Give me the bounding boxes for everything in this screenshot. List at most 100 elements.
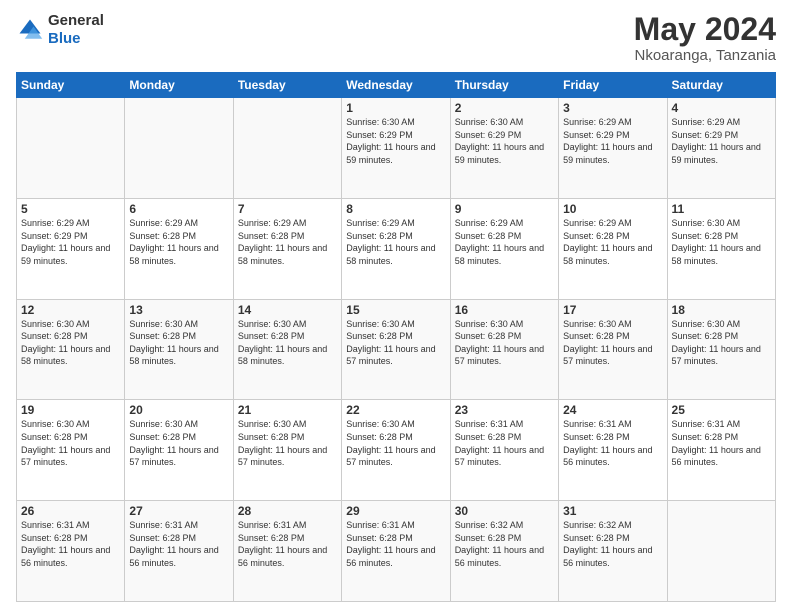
day-info: Sunrise: 6:30 AM Sunset: 6:28 PM Dayligh… (672, 318, 771, 368)
day-info: Sunrise: 6:29 AM Sunset: 6:28 PM Dayligh… (455, 217, 554, 267)
calendar-cell: 26Sunrise: 6:31 AM Sunset: 6:28 PM Dayli… (17, 501, 125, 602)
day-info: Sunrise: 6:31 AM Sunset: 6:28 PM Dayligh… (563, 418, 662, 468)
location: Nkoaranga, Tanzania (634, 47, 776, 64)
calendar-cell: 9Sunrise: 6:29 AM Sunset: 6:28 PM Daylig… (450, 198, 558, 299)
day-header: Monday (125, 73, 233, 98)
day-number: 4 (672, 101, 771, 115)
day-number: 26 (21, 504, 120, 518)
day-number: 10 (563, 202, 662, 216)
calendar-header: SundayMondayTuesdayWednesdayThursdayFrid… (17, 73, 776, 98)
day-info: Sunrise: 6:30 AM Sunset: 6:28 PM Dayligh… (21, 418, 120, 468)
calendar-cell: 28Sunrise: 6:31 AM Sunset: 6:28 PM Dayli… (233, 501, 341, 602)
day-number: 27 (129, 504, 228, 518)
day-number: 18 (672, 303, 771, 317)
calendar-cell: 7Sunrise: 6:29 AM Sunset: 6:28 PM Daylig… (233, 198, 341, 299)
calendar-cell: 13Sunrise: 6:30 AM Sunset: 6:28 PM Dayli… (125, 299, 233, 400)
calendar-cell: 1Sunrise: 6:30 AM Sunset: 6:29 PM Daylig… (342, 98, 450, 199)
day-number: 2 (455, 101, 554, 115)
header-row: SundayMondayTuesdayWednesdayThursdayFrid… (17, 73, 776, 98)
day-header: Thursday (450, 73, 558, 98)
day-info: Sunrise: 6:30 AM Sunset: 6:28 PM Dayligh… (238, 418, 337, 468)
month-title: May 2024 (634, 12, 776, 47)
calendar-cell: 25Sunrise: 6:31 AM Sunset: 6:28 PM Dayli… (667, 400, 775, 501)
calendar-cell: 15Sunrise: 6:30 AM Sunset: 6:28 PM Dayli… (342, 299, 450, 400)
day-info: Sunrise: 6:31 AM Sunset: 6:28 PM Dayligh… (129, 519, 228, 569)
day-info: Sunrise: 6:32 AM Sunset: 6:28 PM Dayligh… (455, 519, 554, 569)
calendar-cell: 17Sunrise: 6:30 AM Sunset: 6:28 PM Dayli… (559, 299, 667, 400)
day-info: Sunrise: 6:29 AM Sunset: 6:29 PM Dayligh… (21, 217, 120, 267)
day-number: 21 (238, 403, 337, 417)
day-info: Sunrise: 6:29 AM Sunset: 6:28 PM Dayligh… (346, 217, 445, 267)
calendar-cell: 29Sunrise: 6:31 AM Sunset: 6:28 PM Dayli… (342, 501, 450, 602)
day-info: Sunrise: 6:29 AM Sunset: 6:28 PM Dayligh… (238, 217, 337, 267)
calendar-week: 12Sunrise: 6:30 AM Sunset: 6:28 PM Dayli… (17, 299, 776, 400)
title-area: May 2024 Nkoaranga, Tanzania (634, 12, 776, 64)
day-info: Sunrise: 6:30 AM Sunset: 6:29 PM Dayligh… (455, 116, 554, 166)
calendar-cell: 4Sunrise: 6:29 AM Sunset: 6:29 PM Daylig… (667, 98, 775, 199)
calendar-body: 1Sunrise: 6:30 AM Sunset: 6:29 PM Daylig… (17, 98, 776, 602)
calendar-cell (667, 501, 775, 602)
day-number: 8 (346, 202, 445, 216)
logo-blue: Blue (48, 30, 81, 47)
day-number: 15 (346, 303, 445, 317)
day-info: Sunrise: 6:31 AM Sunset: 6:28 PM Dayligh… (346, 519, 445, 569)
day-number: 16 (455, 303, 554, 317)
calendar-cell: 3Sunrise: 6:29 AM Sunset: 6:29 PM Daylig… (559, 98, 667, 199)
day-number: 17 (563, 303, 662, 317)
day-info: Sunrise: 6:30 AM Sunset: 6:28 PM Dayligh… (346, 418, 445, 468)
calendar-cell: 30Sunrise: 6:32 AM Sunset: 6:28 PM Dayli… (450, 501, 558, 602)
day-info: Sunrise: 6:32 AM Sunset: 6:28 PM Dayligh… (563, 519, 662, 569)
day-info: Sunrise: 6:31 AM Sunset: 6:28 PM Dayligh… (455, 418, 554, 468)
day-info: Sunrise: 6:29 AM Sunset: 6:28 PM Dayligh… (129, 217, 228, 267)
page: General Blue May 2024 Nkoaranga, Tanzani… (0, 0, 792, 612)
calendar-cell: 24Sunrise: 6:31 AM Sunset: 6:28 PM Dayli… (559, 400, 667, 501)
day-info: Sunrise: 6:31 AM Sunset: 6:28 PM Dayligh… (21, 519, 120, 569)
day-header: Saturday (667, 73, 775, 98)
day-header: Tuesday (233, 73, 341, 98)
day-number: 23 (455, 403, 554, 417)
day-number: 13 (129, 303, 228, 317)
day-info: Sunrise: 6:30 AM Sunset: 6:29 PM Dayligh… (346, 116, 445, 166)
calendar-cell: 21Sunrise: 6:30 AM Sunset: 6:28 PM Dayli… (233, 400, 341, 501)
day-number: 29 (346, 504, 445, 518)
day-number: 5 (21, 202, 120, 216)
calendar-cell: 18Sunrise: 6:30 AM Sunset: 6:28 PM Dayli… (667, 299, 775, 400)
day-info: Sunrise: 6:30 AM Sunset: 6:28 PM Dayligh… (563, 318, 662, 368)
calendar-cell: 22Sunrise: 6:30 AM Sunset: 6:28 PM Dayli… (342, 400, 450, 501)
calendar-cell: 31Sunrise: 6:32 AM Sunset: 6:28 PM Dayli… (559, 501, 667, 602)
day-number: 31 (563, 504, 662, 518)
logo: General Blue (16, 12, 104, 48)
day-number: 14 (238, 303, 337, 317)
calendar-week: 5Sunrise: 6:29 AM Sunset: 6:29 PM Daylig… (17, 198, 776, 299)
day-header: Sunday (17, 73, 125, 98)
calendar-cell: 2Sunrise: 6:30 AM Sunset: 6:29 PM Daylig… (450, 98, 558, 199)
logo-text: General Blue (48, 12, 104, 48)
calendar-cell: 12Sunrise: 6:30 AM Sunset: 6:28 PM Dayli… (17, 299, 125, 400)
calendar-cell: 23Sunrise: 6:31 AM Sunset: 6:28 PM Dayli… (450, 400, 558, 501)
day-info: Sunrise: 6:31 AM Sunset: 6:28 PM Dayligh… (238, 519, 337, 569)
header: General Blue May 2024 Nkoaranga, Tanzani… (16, 12, 776, 64)
calendar-cell: 19Sunrise: 6:30 AM Sunset: 6:28 PM Dayli… (17, 400, 125, 501)
calendar-week: 26Sunrise: 6:31 AM Sunset: 6:28 PM Dayli… (17, 501, 776, 602)
calendar-cell: 14Sunrise: 6:30 AM Sunset: 6:28 PM Dayli… (233, 299, 341, 400)
day-header: Wednesday (342, 73, 450, 98)
day-number: 12 (21, 303, 120, 317)
day-number: 7 (238, 202, 337, 216)
day-number: 19 (21, 403, 120, 417)
day-number: 11 (672, 202, 771, 216)
day-info: Sunrise: 6:29 AM Sunset: 6:29 PM Dayligh… (672, 116, 771, 166)
day-number: 22 (346, 403, 445, 417)
calendar-cell (17, 98, 125, 199)
day-info: Sunrise: 6:30 AM Sunset: 6:28 PM Dayligh… (21, 318, 120, 368)
day-info: Sunrise: 6:30 AM Sunset: 6:28 PM Dayligh… (455, 318, 554, 368)
calendar-cell: 10Sunrise: 6:29 AM Sunset: 6:28 PM Dayli… (559, 198, 667, 299)
day-info: Sunrise: 6:31 AM Sunset: 6:28 PM Dayligh… (672, 418, 771, 468)
day-number: 28 (238, 504, 337, 518)
day-info: Sunrise: 6:29 AM Sunset: 6:28 PM Dayligh… (563, 217, 662, 267)
day-number: 6 (129, 202, 228, 216)
day-number: 9 (455, 202, 554, 216)
day-number: 20 (129, 403, 228, 417)
logo-icon (16, 16, 44, 44)
calendar-week: 19Sunrise: 6:30 AM Sunset: 6:28 PM Dayli… (17, 400, 776, 501)
calendar-cell: 11Sunrise: 6:30 AM Sunset: 6:28 PM Dayli… (667, 198, 775, 299)
